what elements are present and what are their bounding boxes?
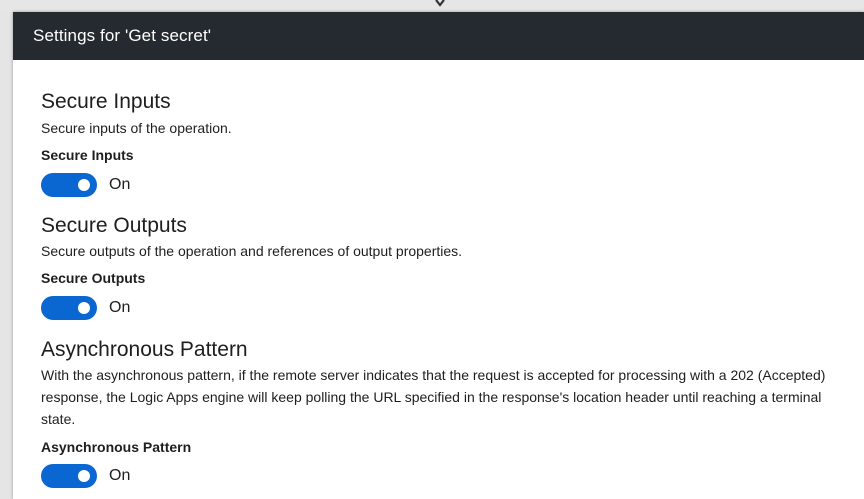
field-label: Asynchronous Pattern [41, 439, 192, 455]
section-description: Secure outputs of the operation and refe… [41, 243, 463, 259]
down-arrow-icon [435, 0, 445, 7]
panel-title: Settings for 'Get secret' [33, 26, 212, 45]
settings-panel: Settings for 'Get secret' Secure Inputs … [13, 12, 864, 499]
toggle-state-label: On [109, 176, 131, 193]
toggle-state-label: On [109, 467, 131, 484]
asynchronous-pattern-section: Asynchronous Pattern With the asynchrono… [41, 321, 836, 489]
secure-inputs-section: Secure Inputs Secure inputs of the opera… [41, 60, 836, 198]
panel-body: Secure Inputs Secure inputs of the opera… [13, 60, 864, 489]
panel-header: Settings for 'Get secret' [13, 12, 864, 60]
toggle-knob [78, 302, 90, 314]
section-description: With the asynchronous pattern, if the re… [41, 367, 826, 427]
section-title: Secure Outputs [41, 214, 187, 237]
section-title: Secure Inputs [41, 90, 171, 113]
toggle-row: On [41, 172, 836, 198]
toggle-row: On [41, 463, 836, 489]
field-label: Secure Inputs [41, 147, 134, 163]
toggle-row: On [41, 295, 836, 321]
toggle-state-label: On [109, 299, 131, 316]
secure-outputs-toggle[interactable] [41, 296, 97, 320]
section-title: Asynchronous Pattern [41, 338, 248, 361]
secure-inputs-toggle[interactable] [41, 173, 97, 197]
field-label: Secure Outputs [41, 270, 146, 286]
section-description: Secure inputs of the operation. [41, 120, 232, 136]
toggle-knob [78, 470, 90, 482]
secure-outputs-section: Secure Outputs Secure outputs of the ope… [41, 198, 836, 321]
toggle-knob [78, 179, 90, 191]
asynchronous-pattern-toggle[interactable] [41, 464, 97, 488]
designer-canvas-strip [0, 0, 864, 12]
